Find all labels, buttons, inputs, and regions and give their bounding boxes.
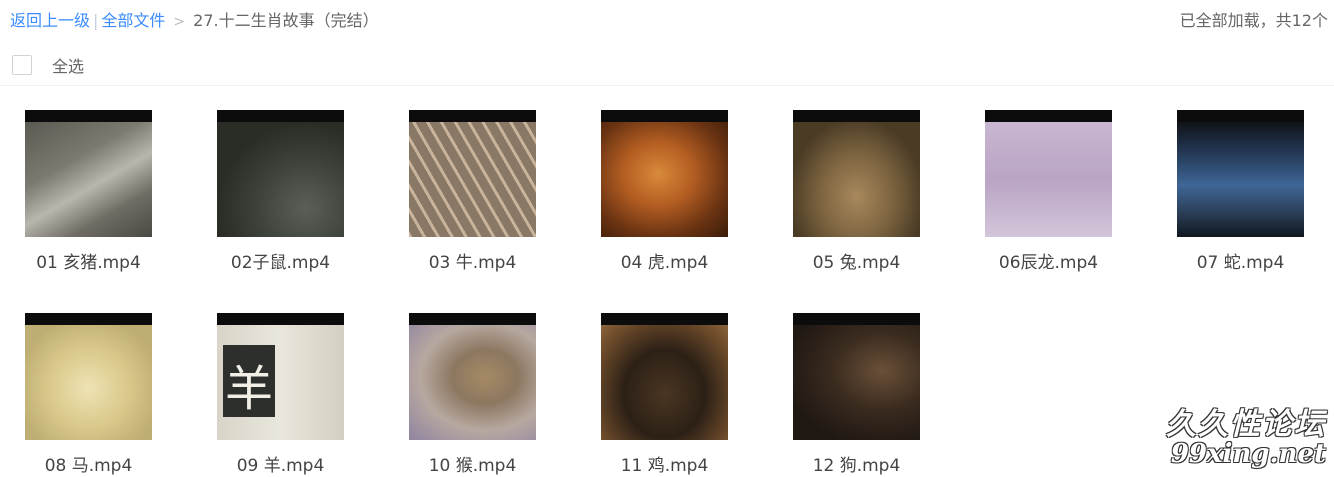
video-thumbnail[interactable] (601, 313, 728, 440)
breadcrumb-divider: | (93, 11, 99, 30)
file-name[interactable]: 08 马.mp4 (17, 451, 160, 476)
file-name[interactable]: 05 兔.mp4 (785, 248, 928, 273)
video-thumbnail[interactable] (793, 313, 920, 440)
toolbar: 返回上一级 | 全部文件 >27.十二生肖故事（完结） 已全部加载，共12个 (0, 0, 1334, 36)
file-name[interactable]: 03 牛.mp4 (401, 248, 544, 273)
file-tile[interactable]: 10 猴.mp4 (401, 313, 579, 477)
file-name[interactable]: 02子鼠.mp4 (209, 248, 352, 273)
video-thumbnail[interactable] (25, 313, 152, 440)
select-all-row: 全选 (0, 46, 1334, 86)
breadcrumb: 返回上一级 | 全部文件 >27.十二生肖故事（完结） (10, 7, 379, 31)
video-thumbnail[interactable] (25, 110, 152, 237)
video-thumbnail[interactable] (1177, 110, 1304, 237)
select-all-label[interactable]: 全选 (52, 53, 84, 77)
video-thumbnail[interactable] (409, 313, 536, 440)
watermark: 久久性论坛 99xing.net (1166, 399, 1326, 469)
file-tile[interactable]: 08 马.mp4 (17, 313, 195, 477)
sheep-glyph-icon: 羊 (224, 361, 273, 417)
all-files-link[interactable]: 全部文件 (101, 11, 165, 30)
file-tile[interactable]: 06辰龙.mp4 (977, 110, 1155, 280)
file-name[interactable]: 12 狗.mp4 (785, 451, 928, 476)
file-name[interactable]: 01 亥猪.mp4 (17, 248, 160, 273)
file-tile[interactable]: 04 虎.mp4 (593, 110, 771, 280)
current-folder-title: 27.十二生肖故事（完结） (193, 11, 379, 30)
file-tile[interactable]: 07 蛇.mp4 (1169, 110, 1334, 280)
file-tile[interactable]: 羊 09 羊.mp4 (209, 313, 387, 477)
file-tile[interactable]: 03 牛.mp4 (401, 110, 579, 280)
watermark-line2: 99xing.net (1170, 439, 1326, 469)
select-all-checkbox[interactable] (12, 55, 32, 75)
file-tile[interactable]: 02子鼠.mp4 (209, 110, 387, 280)
back-link[interactable]: 返回上一级 (10, 11, 90, 30)
chevron-right-icon: > (173, 14, 186, 30)
file-name[interactable]: 06辰龙.mp4 (977, 248, 1120, 273)
video-thumbnail[interactable] (601, 110, 728, 237)
file-name[interactable]: 07 蛇.mp4 (1169, 248, 1312, 273)
video-thumbnail[interactable] (217, 110, 344, 237)
file-name[interactable]: 10 猴.mp4 (401, 451, 544, 476)
video-thumbnail[interactable] (793, 110, 920, 237)
file-tile[interactable]: 12 狗.mp4 (785, 313, 963, 477)
file-name[interactable]: 09 羊.mp4 (209, 451, 352, 476)
video-thumbnail[interactable] (409, 110, 536, 237)
file-tile[interactable]: 11 鸡.mp4 (593, 313, 771, 477)
file-name[interactable]: 11 鸡.mp4 (593, 451, 736, 476)
watermark-line1: 久久性论坛 (1166, 407, 1326, 442)
video-thumbnail[interactable] (985, 110, 1112, 237)
video-thumbnail[interactable]: 羊 (217, 313, 344, 440)
file-tile[interactable]: 01 亥猪.mp4 (17, 110, 195, 280)
file-name[interactable]: 04 虎.mp4 (593, 248, 736, 273)
load-status: 已全部加载，共12个 (1179, 11, 1328, 30)
file-tile[interactable]: 05 兔.mp4 (785, 110, 963, 280)
